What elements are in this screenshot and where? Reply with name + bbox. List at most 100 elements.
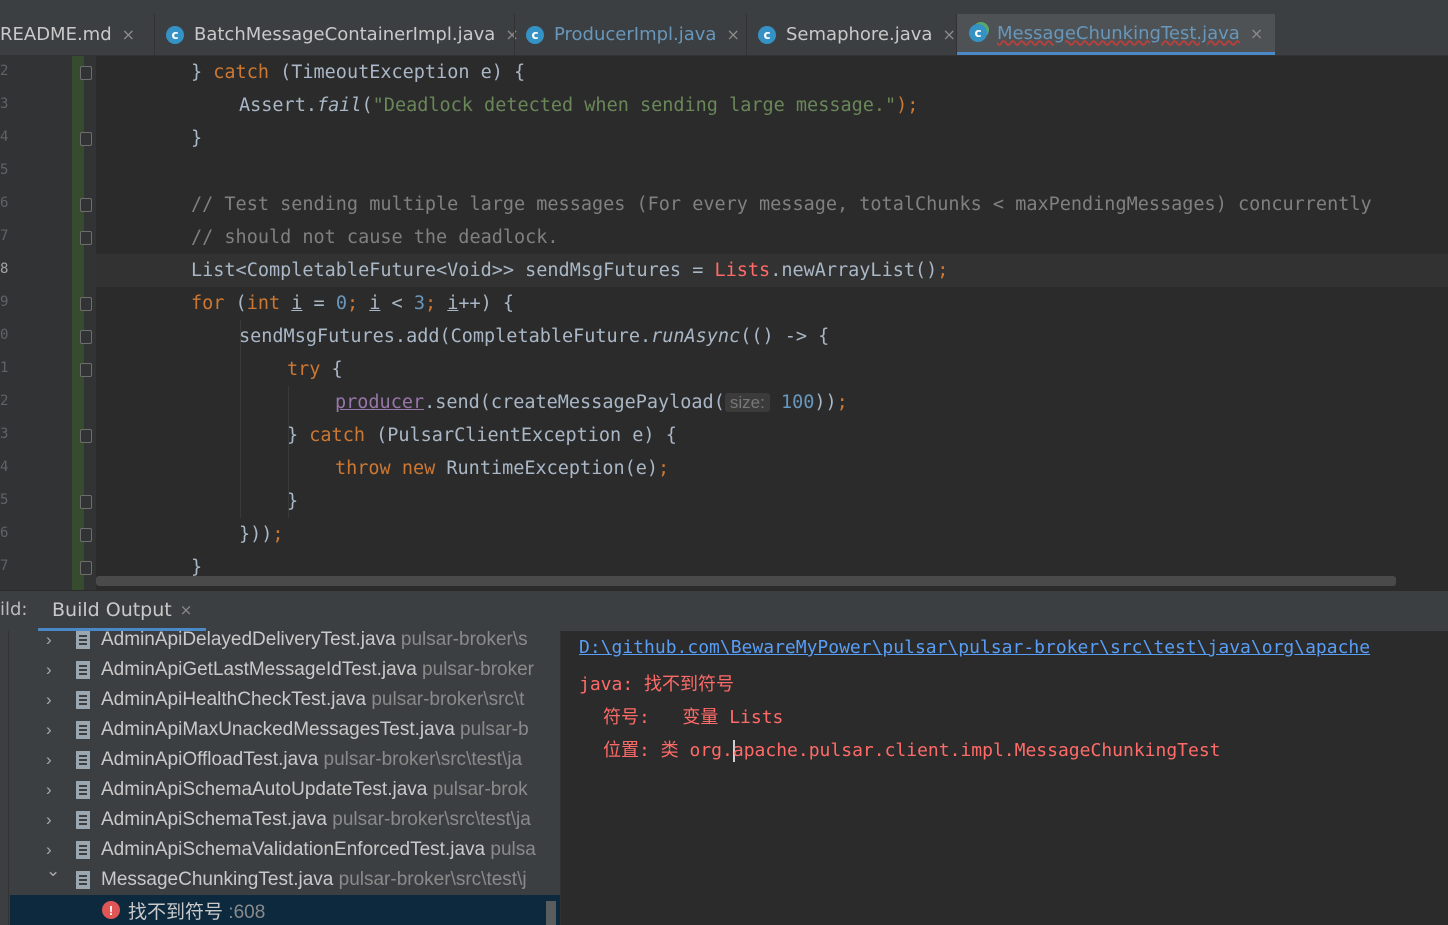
- code-line: } catch (PulsarClientException e) {: [287, 425, 677, 446]
- chevron-down-icon[interactable]: ⌄: [46, 861, 60, 881]
- close-icon[interactable]: ×: [1250, 24, 1263, 43]
- file-name: AdminApiMaxUnackedMessagesTest.java: [101, 719, 455, 740]
- tab-batch-message-container-impl[interactable]: c BatchMessageContainerImpl.java ×: [166, 14, 519, 55]
- fold-marker-icon[interactable]: [80, 528, 92, 542]
- class-icon: c: [526, 25, 544, 44]
- tree-row-error[interactable]: ! 找不到符号 :608: [10, 895, 560, 925]
- tree-scrollbar[interactable]: [546, 901, 556, 925]
- line-number: 6: [0, 525, 9, 541]
- tab-label: README.md: [0, 24, 112, 45]
- line-number: 4: [0, 459, 9, 475]
- tab-semaphore[interactable]: c Semaphore.java ×: [758, 14, 956, 55]
- build-label: ild:: [0, 599, 28, 620]
- tree-row[interactable]: › AdminApiMaxUnackedMessagesTest.java pu…: [10, 715, 560, 745]
- horizontal-scrollbar[interactable]: [96, 576, 1396, 586]
- fold-marker-icon[interactable]: [80, 495, 92, 509]
- tab-separator: [514, 14, 515, 55]
- code-line-current: List<CompletableFuture<Void>> sendMsgFut…: [191, 260, 949, 281]
- fold-marker-icon[interactable]: [80, 231, 92, 245]
- close-icon[interactable]: ×: [942, 25, 955, 44]
- line-number: 5: [0, 162, 9, 178]
- fold-marker-icon[interactable]: [80, 330, 92, 344]
- console-error-line: java: 找不到符号: [579, 674, 735, 695]
- fold-marker-icon[interactable]: [80, 66, 92, 80]
- code-comment: // should not cause the deadlock.: [191, 227, 559, 248]
- tab-build-output[interactable]: Build Output ×: [38, 591, 207, 631]
- tab-message-chunking-test[interactable]: c MessageChunkingTest.java ×: [957, 14, 1276, 55]
- java-file-icon: [76, 721, 90, 739]
- line-number: 9: [0, 294, 9, 310]
- fold-marker-icon[interactable]: [80, 429, 92, 443]
- chevron-right-icon[interactable]: ›: [46, 780, 52, 800]
- chevron-right-icon[interactable]: ›: [46, 840, 52, 860]
- test-class-icon: c: [969, 24, 987, 42]
- tab-readme[interactable]: README.md ×: [0, 14, 135, 55]
- line-number-current: 8: [0, 261, 9, 277]
- tree-row-expanded[interactable]: ⌄ MessageChunkingTest.java pulsar-broker…: [10, 861, 560, 895]
- tree-row[interactable]: › AdminApiDelayedDeliveryTest.java pulsa…: [10, 631, 560, 655]
- code-editor[interactable]: 2 3 4 5 6 7 8 9 0 1 2 3 4 5 6 7 } catch …: [0, 56, 1448, 590]
- line-number: 0: [0, 327, 9, 343]
- tree-left-strip: [0, 631, 9, 925]
- build-console-output[interactable]: D:\github.com\BewareMyPower\pulsar\pulsa…: [560, 631, 1448, 925]
- java-file-icon: [76, 841, 90, 859]
- tree-row[interactable]: › AdminApiSchemaAutoUpdateTest.java puls…: [10, 775, 560, 805]
- file-path: pulsar-brok: [427, 779, 528, 800]
- tab-label: MessageChunkingTest.java: [997, 22, 1240, 44]
- fold-marker-icon[interactable]: [80, 363, 92, 377]
- fold-marker-icon[interactable]: [80, 561, 92, 575]
- file-name: AdminApiHealthCheckTest.java: [101, 689, 367, 710]
- close-icon[interactable]: ×: [505, 25, 518, 44]
- tab-producer-impl[interactable]: c ProducerImpl.java ×: [526, 14, 740, 55]
- fold-marker-icon[interactable]: [80, 198, 92, 212]
- chevron-right-icon[interactable]: ›: [46, 631, 52, 650]
- file-name: AdminApiGetLastMessageIdTest.java: [101, 659, 417, 680]
- tab-label: Build Output: [52, 598, 172, 621]
- close-icon[interactable]: ×: [122, 25, 135, 44]
- file-path: pulsar-broker\src\test\ja: [318, 749, 523, 770]
- chevron-right-icon[interactable]: ›: [46, 810, 52, 830]
- fold-marker-icon[interactable]: [80, 297, 92, 311]
- tab-separator: [746, 14, 747, 55]
- console-path-link[interactable]: D:\github.com\BewareMyPower\pulsar\pulsa…: [579, 637, 1370, 658]
- file-name: AdminApiOffloadTest.java: [101, 749, 319, 770]
- chevron-right-icon[interactable]: ›: [46, 660, 52, 680]
- code-line: }: [287, 491, 299, 512]
- line-number: 6: [0, 195, 9, 211]
- chevron-right-icon[interactable]: ›: [46, 690, 52, 710]
- code-line: producer.send(createMessagePayload(size:…: [335, 392, 848, 413]
- code-line: }: [191, 128, 203, 149]
- close-icon[interactable]: ×: [726, 25, 739, 44]
- tab-label: BatchMessageContainerImpl.java: [194, 24, 496, 45]
- file-path: pulsar-broker\s: [395, 631, 528, 650]
- tree-row[interactable]: › AdminApiOffloadTest.java pulsar-broker…: [10, 745, 560, 775]
- java-file-icon: [76, 691, 90, 709]
- file-path: pulsar-broker\src\t: [366, 689, 525, 710]
- line-number: 1: [0, 360, 9, 376]
- line-number: 2: [0, 63, 9, 79]
- file-path: pulsar-b: [454, 719, 529, 740]
- line-number: 7: [0, 558, 9, 574]
- chevron-right-icon[interactable]: ›: [46, 750, 52, 770]
- class-icon: c: [758, 25, 776, 44]
- build-tree[interactable]: › AdminApiDelayedDeliveryTest.java pulsa…: [0, 631, 560, 925]
- tabbar-top-strip: [0, 0, 1448, 8]
- line-number: 3: [0, 96, 9, 112]
- line-number: 2: [0, 393, 9, 409]
- chevron-right-icon[interactable]: ›: [46, 720, 52, 740]
- tab-separator: [154, 14, 155, 55]
- close-icon[interactable]: ×: [180, 601, 193, 619]
- fold-marker-icon[interactable]: [80, 132, 92, 146]
- class-icon: c: [166, 25, 184, 44]
- line-number: 7: [0, 228, 9, 244]
- tree-row[interactable]: › AdminApiGetLastMessageIdTest.java puls…: [10, 655, 560, 685]
- tree-row[interactable]: › AdminApiSchemaTest.java pulsar-broker\…: [10, 805, 560, 835]
- tab-label: ProducerImpl.java: [554, 24, 717, 45]
- tree-row[interactable]: › AdminApiHealthCheckTest.java pulsar-br…: [10, 685, 560, 715]
- parameter-hint: size:: [724, 393, 770, 412]
- error-line: :608: [223, 901, 266, 923]
- file-path: pulsar-broker\src\test\j: [333, 869, 527, 890]
- tree-row[interactable]: › AdminApiSchemaValidationEnforcedTest.j…: [10, 835, 560, 865]
- code-line: }));: [239, 524, 284, 545]
- error-message: 找不到符号: [128, 901, 224, 923]
